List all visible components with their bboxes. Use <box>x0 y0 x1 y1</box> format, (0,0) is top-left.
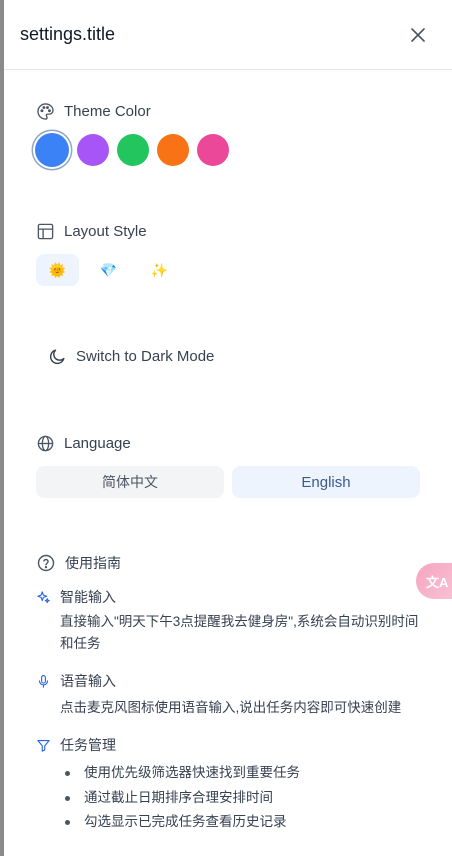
layout-option-1[interactable]: 🌞 <box>36 254 79 286</box>
sparkles-icon <box>37 590 50 603</box>
microphone-icon <box>38 674 49 688</box>
voice-input-heading: 语音输入 <box>36 671 116 691</box>
guide-heading: 使用指南 <box>36 553 121 573</box>
page-title: settings.title <box>20 24 116 44</box>
palette-icon <box>37 103 54 120</box>
settings-header: settings.title <box>4 0 452 70</box>
task-management-title: 任务管理 <box>60 737 116 753</box>
language-label: Language <box>64 435 131 452</box>
smart-input-title: 智能输入 <box>60 589 116 605</box>
theme-color-swatches <box>35 133 229 167</box>
theme-color-heading: Theme Color <box>36 102 151 121</box>
translate-button[interactable]: 文A <box>416 563 452 599</box>
layout-option-2[interactable]: 💎 <box>87 254 130 286</box>
list-item: 勾选显示已完成任务查看历史记录 <box>60 811 300 836</box>
layout-icon <box>37 223 54 240</box>
theme-color-label: Theme Color <box>64 103 151 120</box>
task-management-heading: 任务管理 <box>36 735 116 755</box>
guide-title: 使用指南 <box>65 555 121 571</box>
voice-input-description: 点击麦克风图标使用语音输入,说出任务内容即可快速创建 <box>60 700 402 715</box>
layout-option-3[interactable]: ✨ <box>138 254 181 286</box>
filter-icon <box>37 739 50 752</box>
task-management-list: 使用优先级筛选器快速找到重要任务 通过截止日期排序合理安排时间 勾选显示已完成任… <box>60 762 300 836</box>
smart-input-description: 直接输入"明天下午3点提醒我去健身房",系统会自动识别时间和任务 <box>60 614 419 651</box>
color-swatch-3[interactable] <box>117 134 149 166</box>
voice-input-title: 语音输入 <box>60 673 116 689</box>
color-swatch-4[interactable] <box>157 134 189 166</box>
globe-icon <box>37 435 54 452</box>
list-item: 使用优先级筛选器快速找到重要任务 <box>60 762 300 787</box>
close-icon <box>411 28 425 42</box>
dark-mode-label: Switch to Dark Mode <box>76 348 215 365</box>
layout-style-options: 🌞 💎 ✨ <box>36 254 181 286</box>
list-item: 通过截止日期排序合理安排时间 <box>60 787 300 812</box>
layout-style-heading: Layout Style <box>36 222 147 241</box>
language-option-zh[interactable]: 简体中文 <box>36 466 224 498</box>
translate-icon: 文A <box>426 574 449 590</box>
language-option-en[interactable]: English <box>232 466 420 498</box>
settings-panel: settings.title Theme Color Layout Style … <box>4 0 452 856</box>
close-button[interactable] <box>407 24 429 46</box>
smart-input-heading: 智能输入 <box>36 587 116 607</box>
language-options: 简体中文 English <box>36 466 420 498</box>
language-heading: Language <box>36 434 131 453</box>
moon-icon <box>49 349 65 365</box>
help-circle-icon <box>37 554 55 572</box>
color-swatch-1[interactable] <box>35 133 69 167</box>
layout-style-label: Layout Style <box>64 223 147 240</box>
color-swatch-5[interactable] <box>197 134 229 166</box>
color-swatch-2[interactable] <box>77 134 109 166</box>
dark-mode-toggle[interactable]: Switch to Dark Mode <box>48 347 214 366</box>
